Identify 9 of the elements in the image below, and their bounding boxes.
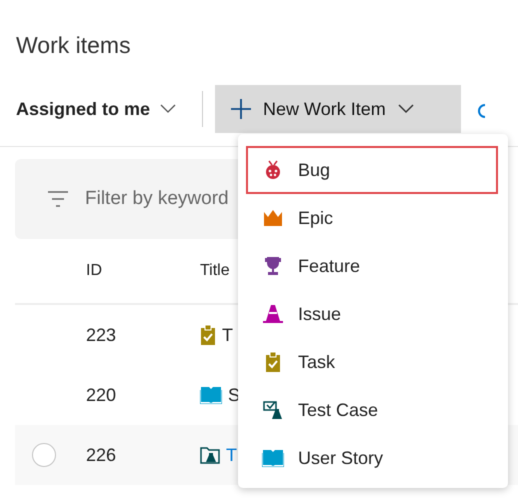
page-title: Work items: [15, 31, 132, 60]
table-cell-text: 220: [86, 384, 118, 406]
table-cell-text: 223: [86, 324, 118, 346]
table-cell-text: 226: [86, 444, 118, 466]
title-cell: T: [226, 444, 237, 466]
title-cell: T: [222, 324, 233, 346]
column-header: ID: [86, 262, 103, 280]
column-header: Title: [200, 262, 230, 280]
filter-placeholder: Filter by keyword: [85, 188, 229, 210]
